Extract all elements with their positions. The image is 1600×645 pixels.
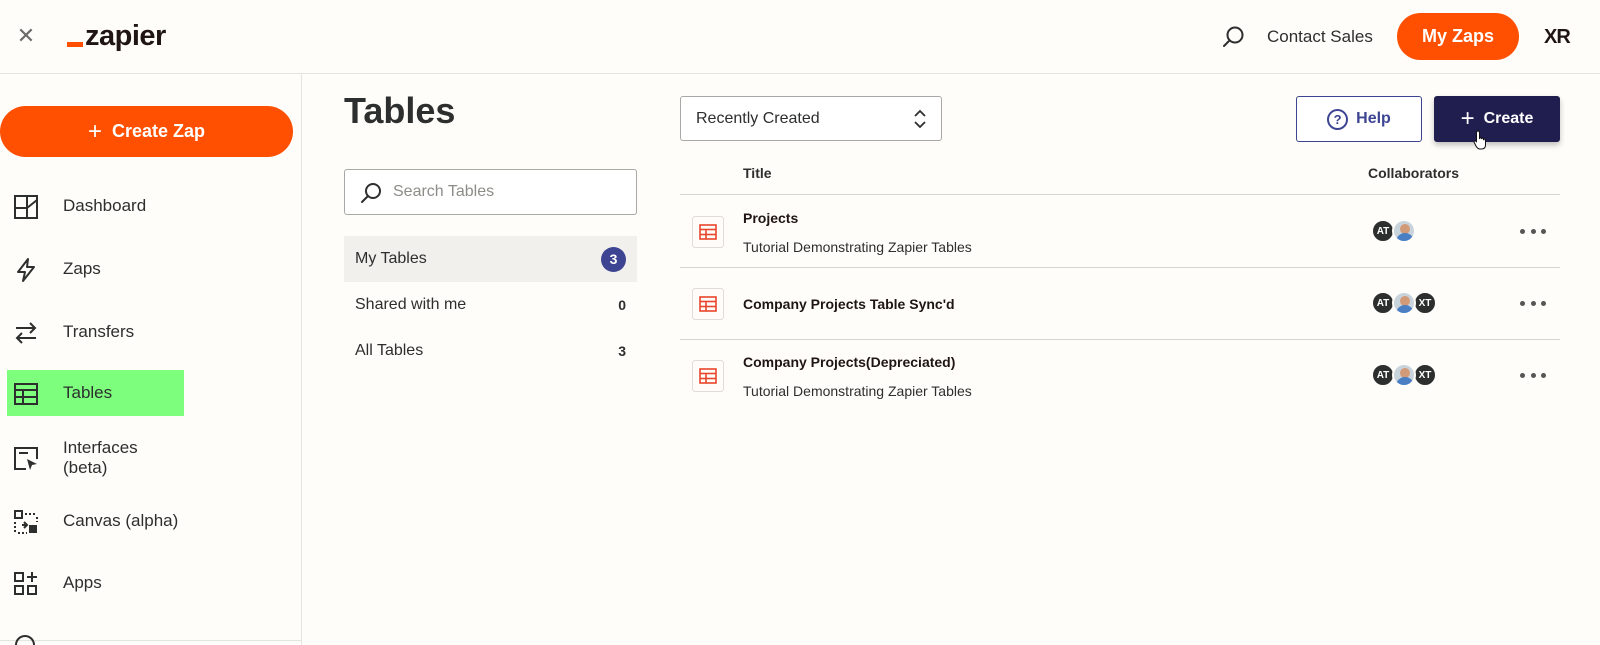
column-header-collaborators: Collaborators bbox=[1368, 165, 1460, 181]
sort-value: Recently Created bbox=[696, 109, 820, 127]
create-zap-label: Create Zap bbox=[111, 121, 206, 141]
filter-all-tables[interactable]: All Tables 3 bbox=[344, 328, 637, 374]
sidebar-item-label: Tables bbox=[63, 383, 113, 402]
create-label: Create bbox=[1483, 110, 1534, 127]
sidebar-divider bbox=[0, 640, 302, 641]
help-button[interactable]: ? Help bbox=[1296, 96, 1422, 142]
plus-icon: + bbox=[87, 117, 102, 145]
logo-underscore bbox=[67, 42, 83, 47]
plus-icon: + bbox=[1460, 105, 1475, 132]
sidebar-item-apps[interactable]: Apps bbox=[7, 560, 184, 606]
collaborators-group: AT XT bbox=[1371, 291, 1437, 315]
collaborators-group: AT bbox=[1371, 219, 1416, 243]
my-zaps-button[interactable]: My Zaps bbox=[1397, 13, 1519, 60]
filter-label: All Tables bbox=[355, 342, 424, 359]
filter-count: 3 bbox=[618, 343, 626, 359]
search-tables-field[interactable] bbox=[344, 169, 637, 215]
avatar-photo bbox=[1392, 363, 1416, 387]
avatar: XT bbox=[1413, 291, 1437, 315]
more-options-icon[interactable] bbox=[1520, 298, 1546, 308]
sidebar: + Create Zap Dashboard Zaps Transfers Ta… bbox=[0, 74, 302, 645]
sidebar-item-label: Zaps bbox=[63, 259, 101, 278]
avatar-photo bbox=[1392, 291, 1416, 315]
table-subtitle: Tutorial Demonstrating Zapier Tables bbox=[743, 383, 972, 399]
filter-label: My Tables bbox=[355, 250, 427, 267]
sidebar-item-label: Canvas (alpha) bbox=[63, 511, 179, 530]
count-badge: 3 bbox=[601, 246, 626, 272]
sort-select[interactable]: Recently Created bbox=[680, 96, 942, 141]
account-menu-logo[interactable]: XR bbox=[1544, 24, 1571, 50]
table-row[interactable]: Projects Tutorial Demonstrating Zapier T… bbox=[680, 195, 1560, 267]
table-title[interactable]: Company Projects(Depreciated) bbox=[743, 354, 955, 370]
more-options-icon[interactable] bbox=[1520, 226, 1546, 236]
sidebar-item-canvas[interactable]: Canvas (alpha) bbox=[7, 498, 184, 544]
sidebar-item-zaps[interactable]: Zaps bbox=[7, 246, 184, 292]
filter-shared-with-me[interactable]: Shared with me 0 bbox=[344, 282, 637, 328]
table-icon bbox=[692, 288, 724, 320]
page-title: Tables bbox=[344, 90, 456, 131]
sidebar-item-label: Dashboard bbox=[63, 196, 147, 215]
column-header-title: Title bbox=[743, 165, 772, 181]
table-row[interactable]: Company Projects(Depreciated) Tutorial D… bbox=[680, 340, 1560, 412]
sidebar-item-interfaces[interactable]: Interfaces (beta) bbox=[7, 435, 184, 481]
zapier-logo[interactable]: zapier bbox=[67, 18, 166, 54]
chevron-up-down-icon bbox=[914, 109, 926, 129]
filter-count: 0 bbox=[618, 297, 626, 313]
help-label: Help bbox=[1356, 110, 1391, 127]
help-circle-icon[interactable] bbox=[14, 635, 36, 645]
search-tables-input[interactable] bbox=[393, 170, 623, 214]
table-icon bbox=[692, 360, 724, 392]
avatar: XT bbox=[1413, 363, 1437, 387]
interface-icon bbox=[14, 447, 38, 470]
collaborators-group: AT XT bbox=[1371, 363, 1437, 387]
apps-icon bbox=[14, 572, 37, 595]
sidebar-item-tables[interactable]: Tables bbox=[7, 370, 184, 416]
search-icon bbox=[361, 183, 381, 203]
sidebar-item-label: Transfers bbox=[63, 322, 135, 341]
canvas-icon bbox=[14, 510, 38, 534]
question-circle-icon: ? bbox=[1327, 108, 1349, 130]
sidebar-item-dashboard[interactable]: Dashboard bbox=[7, 183, 184, 229]
create-table-button[interactable]: + Create bbox=[1434, 96, 1560, 142]
lightning-icon bbox=[17, 258, 35, 282]
filter-label: Shared with me bbox=[355, 296, 467, 313]
avatar-photo bbox=[1392, 219, 1416, 243]
table-row[interactable]: Company Projects Table Sync'd AT XT bbox=[680, 268, 1560, 340]
more-options-icon[interactable] bbox=[1520, 370, 1546, 380]
table-title[interactable]: Company Projects Table Sync'd bbox=[743, 296, 955, 312]
sidebar-item-label: Interfaces (beta) bbox=[63, 438, 138, 477]
sidebar-item-label: Apps bbox=[63, 573, 102, 592]
table-subtitle: Tutorial Demonstrating Zapier Tables bbox=[743, 239, 972, 255]
dashboard-icon bbox=[14, 195, 38, 219]
top-bar: ✕ zapier Contact Sales My Zaps XR bbox=[0, 0, 1600, 74]
logo-text: zapier bbox=[85, 20, 166, 52]
table-icon bbox=[14, 383, 38, 405]
close-icon[interactable]: ✕ bbox=[14, 24, 38, 48]
hand-cursor-icon bbox=[1473, 130, 1486, 150]
filter-my-tables[interactable]: My Tables 3 bbox=[344, 236, 637, 282]
contact-sales-link[interactable]: Contact Sales bbox=[1267, 24, 1373, 50]
create-zap-button[interactable]: + Create Zap bbox=[0, 106, 293, 157]
transfer-arrows-icon bbox=[15, 322, 37, 344]
sidebar-item-transfers[interactable]: Transfers bbox=[7, 309, 184, 355]
table-title[interactable]: Projects bbox=[743, 210, 798, 226]
search-icon[interactable] bbox=[1220, 24, 1246, 50]
table-icon bbox=[692, 216, 724, 248]
